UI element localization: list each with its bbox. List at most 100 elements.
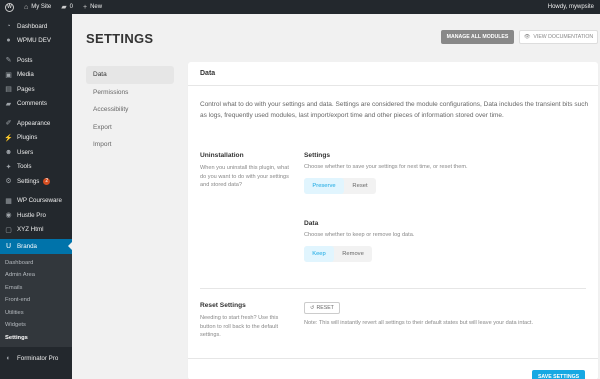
section-divider xyxy=(200,288,586,289)
sidebar-item-label: Users xyxy=(17,148,34,156)
sidebar-item-label: Plugins xyxy=(17,134,38,142)
sidebar-item-label: WP Courseware xyxy=(17,197,62,205)
wp-logo-menu[interactable]: W xyxy=(0,0,19,14)
sidebar-item-users[interactable]: ☻ Users xyxy=(0,145,72,160)
my-site-label: My Site xyxy=(31,4,52,10)
sidebar-item-label: Pages xyxy=(17,85,35,93)
data-settings-card: Data Control what to do with your settin… xyxy=(188,62,598,379)
sidebar-item-settings[interactable]: ⚙ Settings 2 xyxy=(0,174,72,189)
wpmudev-icon: ● xyxy=(6,37,11,45)
brush-icon: ✐ xyxy=(5,120,12,128)
sidebar-item-plugins[interactable]: ⚡ Plugins xyxy=(0,131,72,146)
update-badge: 2 xyxy=(43,177,51,185)
wordpress-logo-icon[interactable]: W xyxy=(5,2,14,12)
submenu-item-widgets[interactable]: Widgets xyxy=(0,319,72,332)
data-subtitle: Data xyxy=(304,220,319,227)
media-icon: ▣ xyxy=(5,71,12,79)
uninstallation-description: When you uninstall this plugin, what do … xyxy=(200,165,289,188)
submenu-item-utilities[interactable]: Utilities xyxy=(0,307,72,320)
sidebar-item-pages[interactable]: ▤ Pages xyxy=(0,82,72,97)
reset-settings-description: Needing to start fresh? Use this button … xyxy=(200,315,279,338)
reset-settings-block: ↺ RESET Note: This will instantly revert… xyxy=(304,302,584,328)
pages-icon: ▤ xyxy=(5,86,12,94)
new-content-link[interactable]: + New xyxy=(78,0,107,14)
view-documentation-button[interactable]: 👁 VIEW DOCUMENTATION xyxy=(519,30,598,44)
reset-note: Note: This will instantly revert all set… xyxy=(304,320,534,326)
sidebar-item-label: WPMU DEV xyxy=(17,37,52,45)
card-header: Data xyxy=(188,62,598,86)
uninstallation-label-block: Uninstallation When you uninstall this p… xyxy=(200,152,292,190)
wrench-icon: ✦ xyxy=(5,163,12,171)
submenu-item-settings[interactable]: Settings xyxy=(0,332,72,345)
reset-option[interactable]: Reset xyxy=(344,178,376,194)
tab-accessibility[interactable]: Accessibility xyxy=(86,101,174,119)
sidebar-item-tools[interactable]: ✦ Tools xyxy=(0,160,72,175)
intro-text: Control what to do with your settings an… xyxy=(200,101,589,119)
sidebar-item-label: Appearance xyxy=(17,119,51,127)
tab-permissions[interactable]: Permissions xyxy=(86,84,174,102)
sidebar-item-posts[interactable]: ✎ Posts xyxy=(0,53,72,68)
account-menu[interactable]: Howdy, mywpsite xyxy=(543,0,600,14)
remove-option[interactable]: Remove xyxy=(334,246,372,262)
sidebar-item-label: Hustle Pro xyxy=(17,211,46,219)
settings-description: Choose whether to save your settings for… xyxy=(304,164,468,170)
sidebar-item-label: Media xyxy=(17,71,34,79)
reset-settings-label-block: Reset Settings Needing to start fresh? U… xyxy=(200,302,292,340)
submenu-item-emails[interactable]: Emails xyxy=(0,282,72,295)
preserve-option[interactable]: Preserve xyxy=(304,177,344,194)
sidebar-item-xyz-html[interactable]: ▢ XYZ Html xyxy=(0,223,72,238)
sidebar-item-wp-courseware[interactable]: ▦ WP Courseware xyxy=(0,194,72,209)
sidebar-item-label: Branda xyxy=(17,242,37,250)
dashboard-icon: ◔ xyxy=(6,22,11,30)
forminator-icon: ◐ xyxy=(6,354,11,362)
page-title: SETTINGS xyxy=(86,31,154,46)
tab-export[interactable]: Export xyxy=(86,119,174,137)
save-settings-button[interactable]: SAVE SETTINGS xyxy=(532,370,585,379)
sidebar-item-dashboard[interactable]: ◔ Dashboard xyxy=(0,19,72,34)
pin-icon: ✎ xyxy=(5,57,12,65)
admin-bar: W ⌂ My Site ▰ 0 + New Howdy, mywpsite xyxy=(0,0,600,14)
sidebar-item-label: Tools xyxy=(17,163,32,171)
eye-icon: 👁 xyxy=(523,34,531,40)
settings-subtitle: Settings xyxy=(304,152,331,159)
card-footer xyxy=(188,358,598,359)
reset-button-label: RESET xyxy=(316,305,334,311)
courseware-icon: ▦ xyxy=(5,197,12,205)
xyz-icon: ▢ xyxy=(5,226,12,234)
view-documentation-label: VIEW DOCUMENTATION xyxy=(533,34,594,40)
new-label: New xyxy=(90,4,103,10)
sidebar-item-label: XYZ Html xyxy=(17,226,44,234)
plugin-icon: ⚡ xyxy=(4,134,13,142)
settings-tabs: Data Permissions Accessibility Export Im… xyxy=(86,66,174,154)
submenu-item-dashboard[interactable]: Dashboard xyxy=(0,257,72,270)
data-description: Choose whether to keep or remove log dat… xyxy=(304,232,415,238)
reset-button[interactable]: ↺ RESET xyxy=(304,302,340,314)
settings-icon: ⚙ xyxy=(5,178,12,186)
sidebar-item-wpmudev[interactable]: ● WPMU DEV xyxy=(0,34,72,49)
keep-option[interactable]: Keep xyxy=(304,245,334,262)
tab-import[interactable]: Import xyxy=(86,136,174,154)
reset-settings-title: Reset Settings xyxy=(200,302,246,309)
sidebar-item-label: Comments xyxy=(17,100,47,108)
sidebar-item-label: Forminator Pro xyxy=(17,354,59,362)
my-site-link[interactable]: ⌂ My Site xyxy=(19,0,56,14)
submenu-item-admin-area[interactable]: Admin Area xyxy=(0,269,72,282)
sidebar-item-media[interactable]: ▣ Media xyxy=(0,68,72,83)
sidebar-item-hustle-pro[interactable]: ◉ Hustle Pro xyxy=(0,208,72,223)
sidebar-item-comments[interactable]: ▰ Comments xyxy=(0,97,72,112)
sidebar-item-label: Posts xyxy=(17,56,33,64)
admin-sidebar: ◔ Dashboard ● WPMU DEV ✎ Posts ▣ Media ▤… xyxy=(0,14,72,379)
manage-all-modules-button[interactable]: MANAGE ALL MODULES xyxy=(441,30,514,44)
undo-icon: ↺ xyxy=(310,305,315,311)
sidebar-item-branda[interactable]: ᑌ Branda xyxy=(0,239,72,254)
tab-data[interactable]: Data xyxy=(86,66,174,84)
settings-option-block: Settings Choose whether to save your set… xyxy=(304,152,584,194)
data-option-block: Data Choose whether to keep or remove lo… xyxy=(304,220,584,262)
comments-link[interactable]: ▰ 0 xyxy=(56,0,78,14)
plus-icon: + xyxy=(82,3,88,11)
branda-submenu: Dashboard Admin Area Emails Front-end Ut… xyxy=(0,253,72,347)
sidebar-item-appearance[interactable]: ✐ Appearance xyxy=(0,116,72,131)
submenu-item-front-end[interactable]: Front-end xyxy=(0,294,72,307)
home-icon: ⌂ xyxy=(24,3,29,11)
sidebar-item-forminator-pro[interactable]: ◐ Forminator Pro xyxy=(0,351,72,366)
